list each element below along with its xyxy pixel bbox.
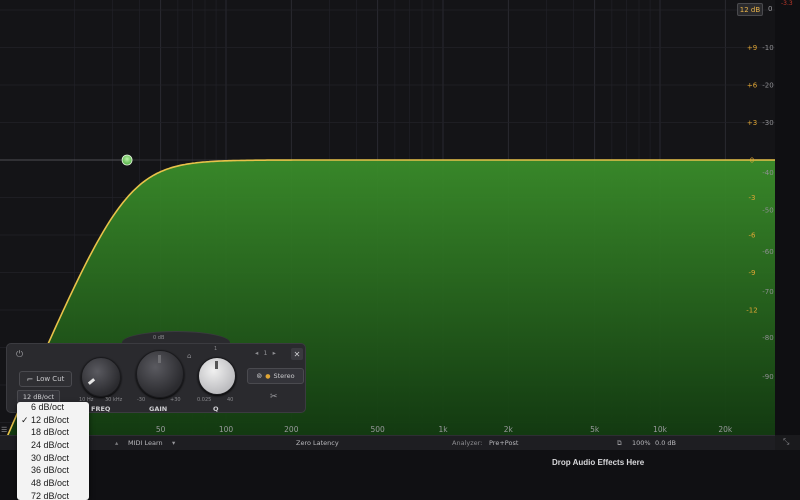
effects-drop-area[interactable] [0, 450, 800, 500]
q-knob-indicator [215, 361, 218, 369]
analyzer-tick-label: -30 [762, 119, 773, 127]
analyzer-label: Analyzer: [452, 439, 483, 447]
power-icon[interactable]: ⏻ [16, 349, 23, 360]
gain-knob-indicator [158, 355, 161, 363]
settings-icon[interactable]: ⧉ [617, 439, 622, 448]
drop-effects-label: Drop Audio Effects Here [552, 458, 645, 467]
stereo-dot-icon: ● [265, 372, 271, 380]
band-node-handle[interactable] [121, 154, 133, 166]
level-meter-strip [775, 0, 800, 435]
analyzer-tick-label: -20 [762, 82, 773, 90]
analyzer-mode-button[interactable]: Pre+Post [489, 439, 518, 447]
gain-knob[interactable] [136, 350, 184, 398]
slope-option-label: 18 dB/oct [31, 427, 70, 438]
slope-option[interactable]: 72 dB/oct [17, 491, 89, 500]
slope-option[interactable]: 18 dB/oct [17, 427, 89, 440]
next-band-icon[interactable]: ▸ [273, 349, 276, 357]
slope-option-label: 30 dB/oct [31, 452, 70, 463]
slope-option-label: 72 dB/oct [31, 490, 70, 500]
midi-learn-button[interactable]: MIDI Learn [128, 439, 163, 447]
gain-tick-label: -6 [749, 232, 757, 240]
scissors-icon[interactable]: ✂ [270, 391, 278, 402]
analyzer-tick-label: -40 [762, 169, 773, 177]
freq-tick-label: 50 [156, 425, 166, 434]
gain-knob-label: GAIN [149, 405, 168, 413]
slope-option-label: 12 dB/oct [31, 414, 70, 425]
gain-top-label: 0 dB [153, 335, 165, 341]
analyzer-tick-label: -80 [762, 334, 773, 342]
filter-type-label: Low Cut [36, 375, 65, 383]
meter-zero-label: 0 [768, 5, 773, 13]
gain-tick-label: 0 [750, 157, 754, 165]
slope-option[interactable]: ✓ 12 dB/oct [17, 415, 89, 428]
freq-max-label: 30 kHz [105, 397, 123, 403]
slope-option-label: 36 dB/oct [31, 465, 70, 476]
resize-strip[interactable]: ⤡ [775, 435, 800, 450]
gain-tick-label: -3 [749, 194, 756, 202]
slope-option[interactable]: 48 dB/oct [17, 478, 89, 491]
filter-type-button[interactable]: ⌐ Low Cut [19, 371, 72, 387]
freq-knob-label: FREQ [91, 405, 111, 413]
q-knob[interactable] [198, 357, 236, 395]
resize-icon[interactable]: ⤡ [783, 437, 789, 447]
freq-tick-label: 20k [718, 425, 733, 434]
slope-option-label: 48 dB/oct [31, 478, 70, 489]
checkmark-icon: ✓ [21, 414, 29, 425]
gain-max-label: +30 [170, 397, 181, 403]
band-index: 1 [263, 349, 268, 357]
band-navigator[interactable]: ◂ 1 ▸ [255, 349, 276, 357]
freq-tick-label: 1k [438, 425, 448, 434]
gain-tick-label: +6 [747, 82, 758, 90]
gain-tick-label: +9 [747, 44, 757, 52]
q-min-label: 0.025 [197, 397, 212, 403]
display-range-button[interactable]: 12 dB [737, 3, 763, 16]
gain-min-label: -30 [137, 397, 146, 403]
freq-knob-indicator [87, 378, 96, 385]
analyzer-tick-label: -70 [762, 288, 773, 296]
slope-option[interactable]: 36 dB/oct [17, 465, 89, 478]
freq-tick-label: 10k [653, 425, 668, 434]
slope-option-label: 6 dB/oct [31, 402, 65, 412]
low-cut-shape-icon: ⌐ [26, 374, 34, 384]
freq-tick-label: 200 [284, 425, 299, 434]
slope-option[interactable]: 6 dB/oct [17, 402, 89, 415]
analyzer-tick-label: -60 [762, 248, 773, 256]
q-top-label: 1 [214, 346, 218, 352]
analyzer-tick-label: -50 [762, 207, 773, 215]
gain-link-icon[interactable]: ⌂ [187, 352, 191, 360]
analyzer-tick-label: -10 [762, 44, 773, 52]
freq-tick-label: 500 [371, 425, 386, 434]
meter-overload-readout: -3.3 [781, 0, 793, 7]
stereo-link-icon: ⊚ [256, 372, 263, 380]
stereo-label: Stereo [273, 372, 295, 380]
freq-tick-label: 5k [590, 425, 600, 434]
slope-option[interactable]: 24 dB/oct [17, 440, 89, 453]
slope-option[interactable]: 30 dB/oct [17, 453, 89, 466]
slope-dropdown-menu: 6 dB/oct ✓ 12 dB/oct 18 dB/oct 24 dB/oct 30 d… [17, 402, 89, 500]
freq-tick-label: 2k [504, 425, 514, 434]
bottom-bar: ▴ MIDI Learn ▾ Zero Latency Analyzer: Pr… [0, 435, 775, 451]
freq-tick-label: 100 [219, 425, 234, 434]
latency-mode-button[interactable]: Zero Latency [296, 439, 339, 447]
q-knob-label: Q [213, 405, 219, 413]
close-icon[interactable]: ✕ [291, 348, 303, 360]
midi-learn-arrow-icon[interactable]: ▴ [115, 439, 118, 447]
prev-band-icon[interactable]: ◂ [255, 349, 258, 357]
output-gain-readout[interactable]: 0.0 dB [655, 439, 676, 447]
gain-tick-label: +3 [747, 119, 757, 127]
midi-learn-dropdown-icon[interactable]: ▾ [172, 439, 175, 447]
left-toolbar-icon[interactable]: ☰ [1, 426, 7, 434]
gain-tick-label: -9 [749, 269, 756, 277]
zoom-readout[interactable]: 100% [632, 439, 651, 447]
gain-tick-label: -12 [746, 307, 757, 315]
q-max-label: 40 [227, 397, 234, 403]
analyzer-tick-label: -90 [762, 373, 773, 381]
freq-knob[interactable] [81, 357, 121, 397]
slope-option-label: 24 dB/oct [31, 440, 70, 451]
stereo-placement-button[interactable]: ⊚ ● Stereo [247, 368, 304, 384]
